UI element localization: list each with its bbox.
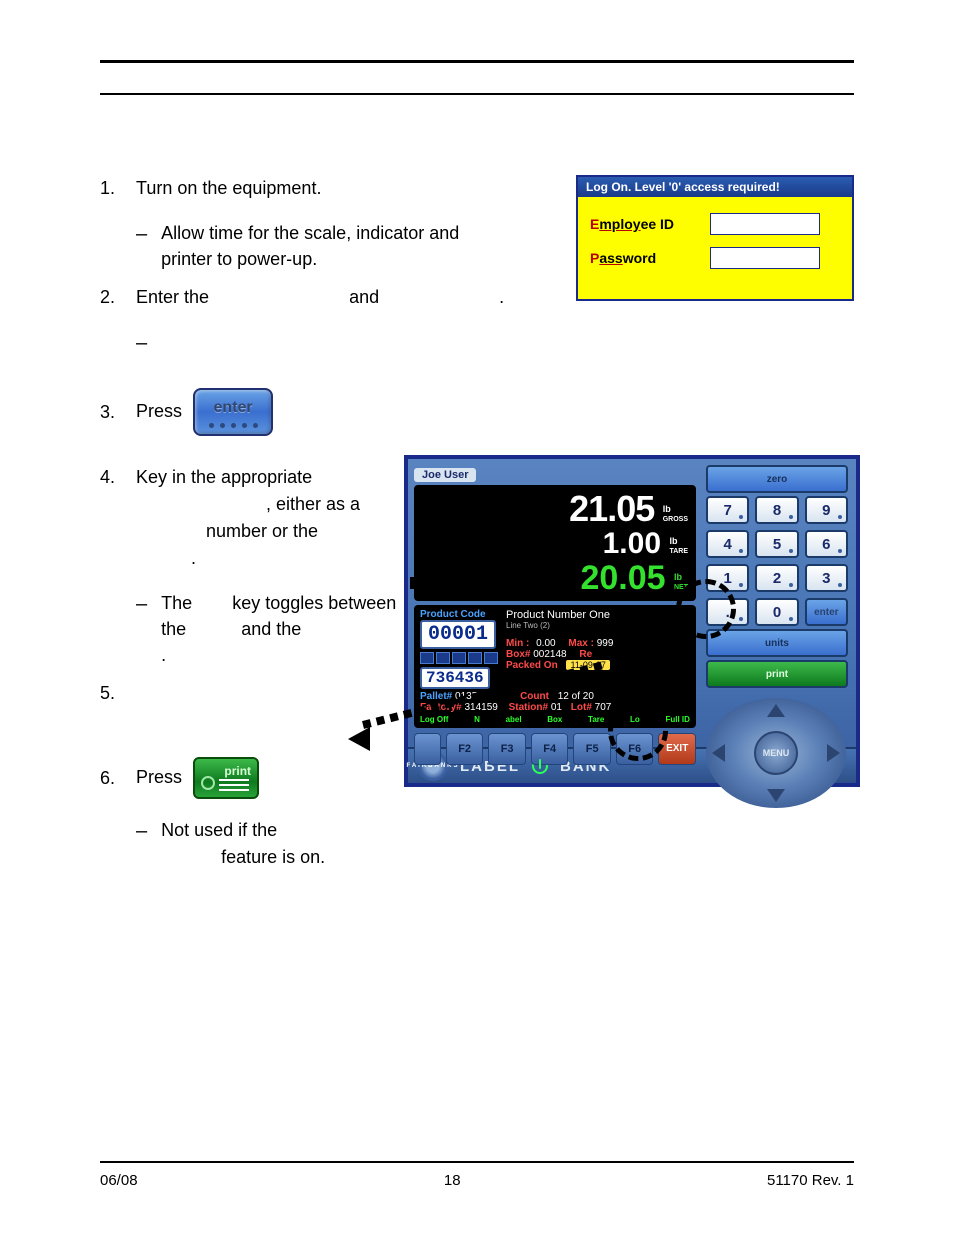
key-2[interactable]: 2 bbox=[755, 564, 798, 592]
user-tab: Joe User bbox=[414, 468, 476, 482]
key-5[interactable]: 5 bbox=[755, 530, 798, 558]
product-code: 00001 bbox=[420, 620, 496, 649]
rule-mid bbox=[100, 93, 854, 95]
key-4[interactable]: 4 bbox=[706, 530, 749, 558]
print-button[interactable]: print bbox=[193, 757, 259, 799]
line-two: Line Two (2) bbox=[506, 621, 690, 630]
employee-id-input[interactable] bbox=[710, 213, 820, 235]
arrow-up-icon[interactable] bbox=[767, 704, 785, 717]
step-2-sub: – bbox=[136, 329, 854, 358]
key-0[interactable]: 0 bbox=[755, 598, 798, 626]
footer-left: 06/08 bbox=[100, 1172, 138, 1189]
login-dialog: Log On. Level '0' access required! Emplo… bbox=[576, 175, 854, 301]
key-8[interactable]: 8 bbox=[755, 496, 798, 524]
prod-name: Product Number One bbox=[506, 609, 690, 621]
step-6-text: Press bbox=[136, 767, 182, 787]
f3-key[interactable]: F3 bbox=[488, 733, 526, 765]
step-4-sub: – The key toggles between the and the . bbox=[136, 590, 416, 668]
footer-right: 51170 Rev. 1 bbox=[767, 1172, 854, 1189]
arrow-right-icon[interactable] bbox=[827, 744, 840, 762]
rule-bottom bbox=[100, 1161, 854, 1163]
footer-center: 18 bbox=[444, 1172, 461, 1189]
enter-button[interactable]: enter bbox=[193, 388, 273, 436]
callout-circle-2-icon bbox=[608, 701, 668, 761]
step-1-text: Turn on the equipment. bbox=[136, 175, 321, 202]
step-3: 3. Press enter bbox=[100, 388, 854, 436]
lot-code: 736436 bbox=[420, 667, 490, 689]
arrow-down-icon[interactable] bbox=[767, 789, 785, 802]
print-key[interactable]: print bbox=[706, 660, 848, 688]
callout-rect-icon bbox=[410, 577, 498, 589]
key-enter[interactable]: enter bbox=[805, 598, 848, 626]
lines-icon bbox=[219, 779, 249, 791]
callout-circle-icon bbox=[676, 579, 736, 639]
employee-id-label: Employee ID bbox=[590, 216, 700, 232]
device-screen: Joe User 21.05 lbGROSS 1.00 lbTARE 20.05 bbox=[404, 455, 860, 787]
burst-icon bbox=[201, 776, 215, 790]
key-3[interactable]: 3 bbox=[805, 564, 848, 592]
key-9[interactable]: 9 bbox=[805, 496, 848, 524]
slot-row bbox=[420, 652, 498, 664]
step-6-sub: – Not used if the feature is on. bbox=[136, 817, 854, 869]
units-button[interactable]: units bbox=[706, 629, 848, 657]
callout-arrow-icon bbox=[348, 727, 370, 751]
rule-top bbox=[100, 60, 854, 63]
password-input[interactable] bbox=[710, 247, 820, 269]
f4-key[interactable]: F4 bbox=[531, 733, 569, 765]
login-title: Log On. Level '0' access required! bbox=[578, 177, 852, 197]
dpad: MENU bbox=[706, 698, 846, 808]
f5-key[interactable]: F5 bbox=[573, 733, 611, 765]
key-7[interactable]: 7 bbox=[706, 496, 749, 524]
step-3-text: Press bbox=[136, 401, 182, 421]
f2-key[interactable]: F2 bbox=[446, 733, 484, 765]
arrow-left-icon[interactable] bbox=[712, 744, 725, 762]
zero-button[interactable]: zero bbox=[706, 465, 848, 493]
password-label: Password bbox=[590, 250, 700, 266]
dots-icon bbox=[195, 423, 271, 428]
footer: 06/08 18 51170 Rev. 1 bbox=[100, 1172, 854, 1189]
key-6[interactable]: 6 bbox=[805, 530, 848, 558]
menu-button[interactable]: MENU bbox=[754, 731, 798, 775]
